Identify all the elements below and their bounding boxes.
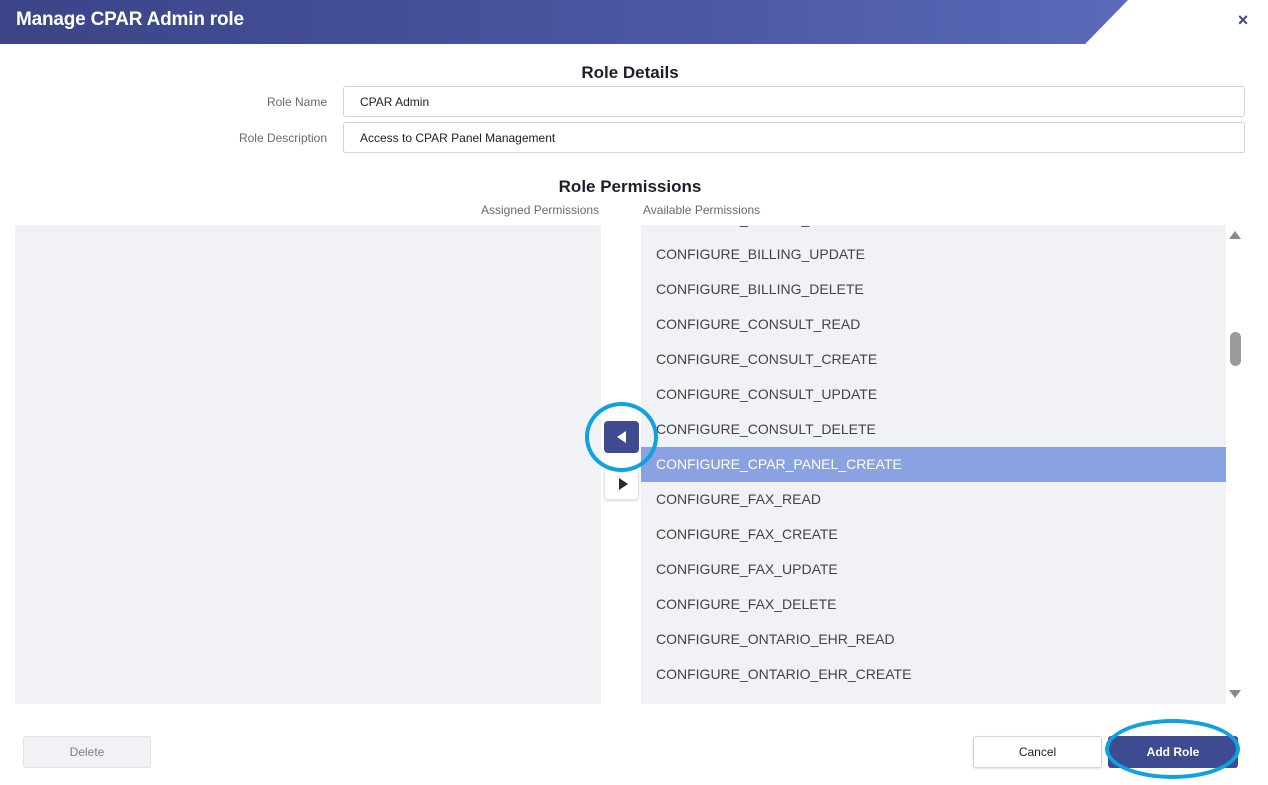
move-to-assigned-button[interactable] bbox=[604, 421, 639, 453]
role-details-title: Role Details bbox=[581, 63, 679, 82]
permission-item[interactable]: CONFIGURE_BILLING_CREATE bbox=[641, 225, 1226, 237]
scroll-up-arrow-icon[interactable] bbox=[1229, 231, 1241, 239]
add-role-button[interactable]: Add Role bbox=[1108, 736, 1238, 768]
permission-item[interactable]: CONFIGURE_BILLING_UPDATE bbox=[641, 237, 1226, 272]
available-permissions-header: Available Permissions bbox=[643, 203, 761, 217]
permission-item[interactable]: CONFIGURE_CONSULT_CREATE bbox=[641, 342, 1226, 377]
permission-item[interactable]: CONFIGURE_BILLING_DELETE bbox=[641, 272, 1226, 307]
move-to-available-button[interactable] bbox=[604, 468, 639, 500]
manage-role-dialog: Manage CPAR Admin role × Role Details Ro… bbox=[0, 0, 1268, 785]
dialog-header: Manage CPAR Admin role × bbox=[0, 0, 1268, 44]
permission-item[interactable]: CONFIGURE_CPAR_PANEL_CREATE bbox=[641, 447, 1226, 482]
cancel-button[interactable]: Cancel bbox=[973, 736, 1102, 768]
available-permissions-list[interactable]: CONFIGURE_BILLING_CREATECONFIGURE_BILLIN… bbox=[641, 225, 1226, 704]
role-description-label: Role Description bbox=[238, 131, 327, 145]
caret-left-icon bbox=[617, 431, 626, 443]
caret-right-icon bbox=[619, 478, 628, 490]
scroll-down-arrow-icon[interactable] bbox=[1229, 690, 1241, 698]
close-icon[interactable]: × bbox=[1234, 10, 1252, 30]
permission-item[interactable]: CONFIGURE_ONTARIO_EHR_READ bbox=[641, 622, 1226, 657]
permission-item[interactable]: CONFIGURE_FAX_CREATE bbox=[641, 517, 1226, 552]
scrollbar-thumb[interactable] bbox=[1230, 332, 1241, 366]
role-name-input[interactable] bbox=[343, 86, 1245, 117]
permission-item[interactable]: CONFIGURE_CONSULT_UPDATE bbox=[641, 377, 1226, 412]
permission-item[interactable]: CONFIGURE_FAX_DELETE bbox=[641, 587, 1226, 622]
role-name-label: Role Name bbox=[266, 95, 327, 109]
permission-item[interactable]: CONFIGURE_FAX_UPDATE bbox=[641, 552, 1226, 587]
delete-button[interactable]: Delete bbox=[23, 736, 151, 768]
permission-item[interactable]: CONFIGURE_ONTARIO_EHR_CREATE bbox=[641, 657, 1226, 692]
assigned-permissions-header: Assigned Permissions bbox=[481, 203, 600, 217]
role-description-input[interactable] bbox=[343, 122, 1245, 153]
dialog-title: Manage CPAR Admin role bbox=[16, 9, 244, 30]
assigned-permissions-list[interactable] bbox=[15, 225, 601, 704]
permission-item[interactable]: CONFIGURE_CONSULT_DELETE bbox=[641, 412, 1226, 447]
permission-item[interactable]: CONFIGURE_FAX_READ bbox=[641, 482, 1226, 517]
permission-item[interactable]: CONFIGURE_CONSULT_READ bbox=[641, 307, 1226, 342]
role-permissions-title: Role Permissions bbox=[558, 177, 702, 196]
